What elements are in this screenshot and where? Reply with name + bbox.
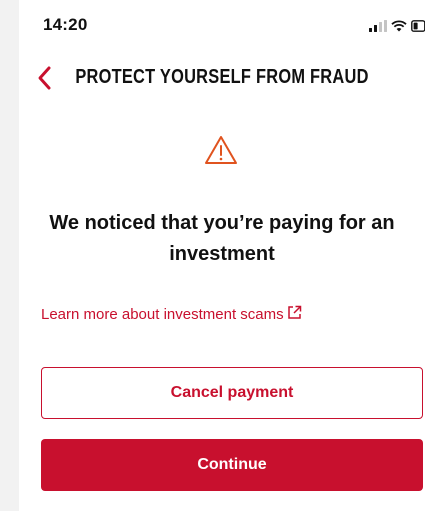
header: PROTECT YOURSELF FROM FRAUD [19,58,425,98]
page-title: PROTECT YOURSELF FROM FRAUD [75,66,369,88]
alert-headline: We noticed that you’re paying for an inv… [49,212,395,265]
status-time: 14:20 [43,15,88,34]
status-icons [369,19,425,37]
external-link-icon [287,305,302,324]
fraud-warning-screen: 14:20 PROTECT YOURSELF FROM FRAUD We not… [19,0,425,511]
warning-icon [204,134,238,166]
wifi-icon [391,19,407,37]
signal-icon [369,19,387,37]
learn-more-link[interactable]: Learn more about investment scams [41,305,302,324]
cancel-payment-button[interactable]: Cancel payment [41,367,423,419]
learn-more-label: Learn more about investment scams [41,306,284,323]
back-button[interactable] [33,62,57,94]
status-bar: 14:20 [19,0,425,52]
battery-icon [411,19,425,37]
chevron-left-icon [38,66,51,90]
continue-button[interactable]: Continue [41,439,423,491]
